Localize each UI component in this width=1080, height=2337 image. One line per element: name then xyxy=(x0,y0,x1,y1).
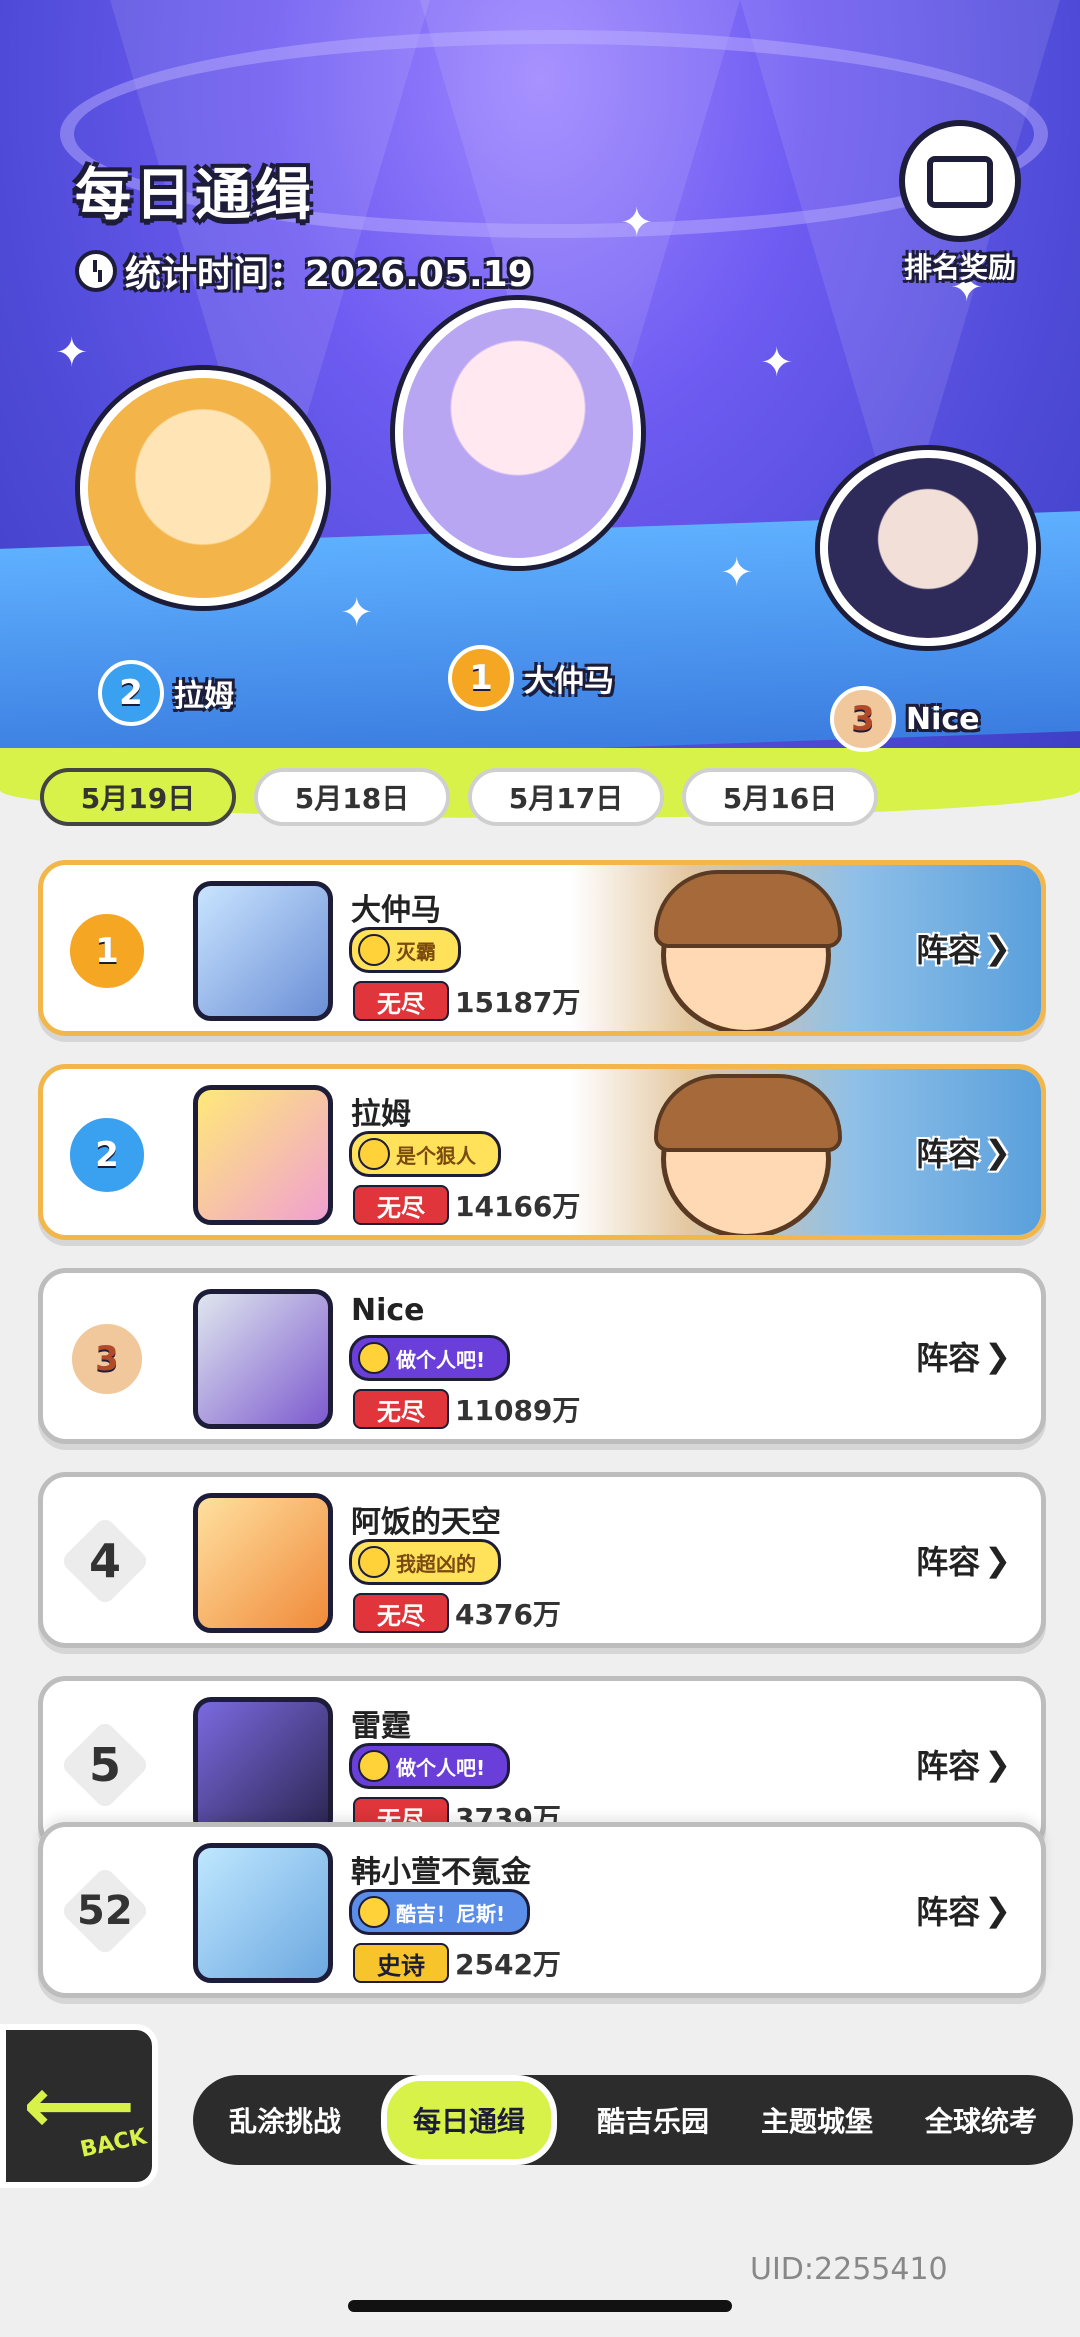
stat-time: 统计时间：2026.05.19 xyxy=(75,245,533,297)
mode-badge: 无尽 xyxy=(353,981,449,1021)
gift-box-icon xyxy=(899,120,1021,242)
avatar xyxy=(193,1085,333,1225)
lineup-button[interactable]: 阵容 ❯ xyxy=(916,925,1011,971)
player-name: 大仲马 xyxy=(351,893,441,928)
chevron-right-icon: ❯ xyxy=(984,1541,1011,1579)
rank-badge: 4 xyxy=(59,1515,151,1607)
nav-item-daily-wanted[interactable]: 每日通缉 xyxy=(380,2075,557,2165)
score: 14166万 xyxy=(455,1190,581,1223)
table-row[interactable]: 4 阿饭的天空 我超凶的 无尽 4376万 阵容 ❯ xyxy=(38,1472,1046,1648)
player-name: Nice xyxy=(351,1293,425,1328)
rank-badge: 3 xyxy=(830,686,896,752)
tab-date-2[interactable]: 5月17日 xyxy=(468,768,664,826)
avatar xyxy=(193,1289,333,1429)
title-tag: 灭霸 xyxy=(349,927,461,973)
avatar xyxy=(193,1843,333,1983)
rank-badge: 1 xyxy=(448,645,514,711)
arrow-left-icon: ⟵ xyxy=(23,2061,135,2151)
mode-badge: 无尽 xyxy=(353,1389,449,1429)
rank-badge: 52 xyxy=(59,1865,151,1957)
table-row[interactable]: 1 大仲马 灭霸 无尽 15187万 阵容 ❯ xyxy=(38,860,1046,1036)
podium-name-label: 大仲马 xyxy=(524,664,614,699)
mode-badge: 无尽 xyxy=(353,1185,449,1225)
title-tag: 酷吉！尼斯! xyxy=(349,1889,531,1935)
sparkle-icon: ✦ xyxy=(720,550,754,596)
nav-item-global-exam[interactable]: 全球统考 xyxy=(913,2100,1049,2140)
mode-badge: 无尽 xyxy=(353,1593,449,1633)
stat-time-label: 统计时间：2026.05.19 xyxy=(125,254,533,295)
lineup-button[interactable]: 阵容 ❯ xyxy=(916,1741,1011,1787)
chevron-right-icon: ❯ xyxy=(984,1133,1011,1171)
podium-avatar-2[interactable] xyxy=(80,370,326,606)
rank-badge: 3 xyxy=(65,1317,149,1401)
sparkle-icon: ✦ xyxy=(55,330,89,376)
podium-name-label: Nice xyxy=(906,701,980,737)
title-tag: 做个人吧! xyxy=(349,1335,511,1381)
podium-avatar-3[interactable] xyxy=(820,450,1036,646)
chevron-right-icon: ❯ xyxy=(984,1745,1011,1783)
score: 15187万 xyxy=(455,986,581,1019)
avatar xyxy=(193,881,333,1021)
player-name: 雷霆 xyxy=(351,1709,411,1744)
chevron-right-icon: ❯ xyxy=(984,1891,1011,1929)
uid-label: UID:2255410 xyxy=(750,2252,948,2287)
tab-date-0[interactable]: 5月19日 xyxy=(40,768,236,826)
date-tabs: 5月19日 5月18日 5月17日 5月16日 xyxy=(40,768,878,826)
score: 2542万 xyxy=(455,1948,561,1981)
nav-item-doodle-challenge[interactable]: 乱涂挑战 xyxy=(217,2100,353,2140)
table-row[interactable]: 3 Nice 做个人吧! 无尽 11089万 阵容 ❯ xyxy=(38,1268,1046,1444)
lineup-button[interactable]: 阵容 ❯ xyxy=(916,1333,1011,1379)
score: 11089万 xyxy=(455,1394,581,1427)
tab-date-1[interactable]: 5月18日 xyxy=(254,768,450,826)
podium-name-2: 2 拉姆 xyxy=(98,660,234,726)
table-row[interactable]: 2 拉姆 是个狠人 无尽 14166万 阵容 ❯ xyxy=(38,1064,1046,1240)
tab-date-3[interactable]: 5月16日 xyxy=(682,768,878,826)
rank-badge: 5 xyxy=(59,1719,151,1811)
rank-badge: 2 xyxy=(98,660,164,726)
rank-badge: 1 xyxy=(65,909,149,993)
home-indicator[interactable] xyxy=(348,2300,732,2312)
player-name: 拉姆 xyxy=(351,1097,411,1132)
rank-badge: 2 xyxy=(65,1113,149,1197)
sparkle-icon: ✦ xyxy=(620,200,654,246)
lineup-button[interactable]: 阵容 ❯ xyxy=(916,1887,1011,1933)
page-title: 每日通缉 xyxy=(75,163,315,228)
podium-name-3: 3 Nice xyxy=(830,686,980,752)
title-tag: 做个人吧! xyxy=(349,1743,511,1789)
player-name: 阿饭的天空 xyxy=(351,1505,501,1540)
avatar xyxy=(193,1493,333,1633)
bottom-nav: 乱涂挑战 每日通缉 酷吉乐园 主题城堡 全球统考 xyxy=(193,2075,1073,2165)
podium-name-1: 1 大仲马 xyxy=(448,645,614,711)
chevron-right-icon: ❯ xyxy=(984,1337,1011,1375)
back-button[interactable]: ⟵ BACK xyxy=(0,2024,158,2188)
podium-avatar-1[interactable] xyxy=(395,300,641,566)
score: 4376万 xyxy=(455,1598,561,1631)
rank-reward-label: 排名奖励 xyxy=(903,251,1016,284)
nav-item-theme-castle[interactable]: 主题城堡 xyxy=(749,2100,885,2140)
player-name: 韩小萱不氪金 xyxy=(351,1855,531,1890)
ranking-list: 1 大仲马 灭霸 无尽 15187万 阵容 ❯ 2 拉姆 是个狠人 无尽 1416… xyxy=(38,860,1046,1880)
nav-item-kuji-park[interactable]: 酷吉乐园 xyxy=(585,2100,721,2140)
sparkle-icon: ✦ xyxy=(340,590,374,636)
title-tag: 是个狠人 xyxy=(349,1131,501,1177)
chevron-right-icon: ❯ xyxy=(984,929,1011,967)
lineup-button[interactable]: 阵容 ❯ xyxy=(916,1129,1011,1175)
title-tag: 我超凶的 xyxy=(349,1539,501,1585)
rank-reward-button[interactable]: 排名奖励 xyxy=(895,120,1025,286)
podium-name-label: 拉姆 xyxy=(174,679,234,714)
lineup-button[interactable]: 阵容 ❯ xyxy=(916,1537,1011,1583)
sparkle-icon: ✦ xyxy=(760,340,794,386)
mode-badge: 史诗 xyxy=(353,1943,449,1983)
my-rank-row[interactable]: 52 韩小萱不氪金 酷吉！尼斯! 史诗 2542万 阵容 ❯ xyxy=(38,1822,1046,1998)
clock-icon xyxy=(75,250,117,292)
avatar xyxy=(193,1697,333,1837)
